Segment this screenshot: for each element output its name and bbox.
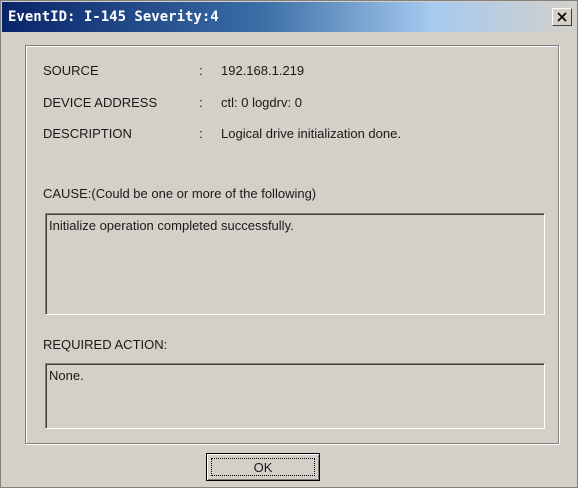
description-value: Logical drive initialization done.: [221, 126, 401, 141]
cause-text: Initialize operation completed successfu…: [49, 218, 294, 233]
title-bar[interactable]: EventID: I-145 Severity:4: [2, 2, 576, 32]
device-address-separator: :: [199, 95, 203, 110]
window-title: EventID: I-145 Severity:4: [8, 9, 219, 25]
source-value: 192.168.1.219: [221, 63, 305, 78]
source-separator: :: [199, 63, 203, 78]
required-action-text: None.: [49, 368, 84, 383]
description-separator: :: [199, 126, 203, 141]
required-action-textbox[interactable]: None.: [45, 363, 545, 429]
device-address-label: DEVICE ADDRESS: [43, 95, 158, 110]
cause-textbox[interactable]: Initialize operation completed successfu…: [45, 213, 545, 315]
ok-button-label: OK: [211, 458, 315, 476]
ok-button[interactable]: OK: [206, 453, 320, 481]
required-action-label: REQUIRED ACTION:: [43, 337, 168, 352]
cause-label: CAUSE:(Could be one or more of the follo…: [43, 186, 317, 201]
event-dialog: EventID: I-145 Severity:4 SOURCE : 192.1…: [0, 0, 578, 488]
description-label: DESCRIPTION: [43, 126, 132, 141]
source-label: SOURCE: [43, 63, 99, 78]
close-button[interactable]: [552, 8, 572, 26]
device-address-value: ctl: 0 logdrv: 0: [221, 95, 302, 110]
